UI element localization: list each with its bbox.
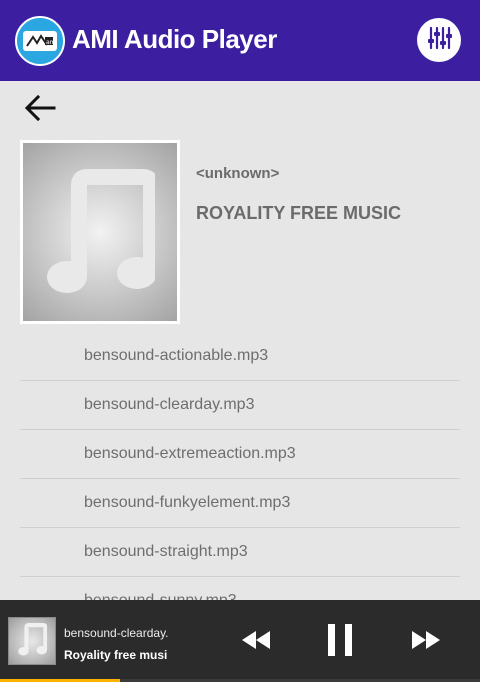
app-bar: ami AMI Audio Player: [0, 0, 480, 81]
svg-text:ami: ami: [46, 39, 55, 46]
track-item[interactable]: bensound-funkyelement.mp3: [20, 479, 460, 528]
fast-forward-icon: [410, 629, 442, 656]
pause-icon: [326, 623, 354, 662]
rewind-icon: [240, 629, 272, 656]
pause-button[interactable]: [320, 622, 360, 662]
track-item[interactable]: bensound-clearday.mp3: [20, 381, 460, 430]
track-item[interactable]: bensound-actionable.mp3: [20, 332, 460, 381]
track-name: bensound-extremeaction.mp3: [84, 445, 296, 462]
track-list: bensound-actionable.mp3 bensound-clearda…: [20, 332, 460, 600]
ami-logo-icon: ami: [15, 16, 65, 66]
track-name: bensound-clearday.mp3: [84, 396, 255, 413]
equalizer-button[interactable]: [417, 18, 461, 62]
album-art: [20, 140, 180, 324]
track-name: bensound-actionable.mp3: [84, 347, 269, 364]
album-title: ROYALITY FREE MUSIC: [196, 203, 402, 223]
track-name: bensound-straight.mp3: [84, 543, 248, 560]
back-button[interactable]: [22, 92, 58, 128]
track-name: bensound-sunny.mp3: [84, 592, 237, 600]
now-playing-album: Royality free musi: [64, 648, 168, 662]
mini-album-art[interactable]: [8, 617, 56, 665]
artist-name: <unknown>: [196, 165, 280, 182]
now-playing-track: bensound-clearday.: [64, 626, 169, 640]
music-note-icon: [17, 622, 48, 661]
rewind-button[interactable]: [236, 622, 276, 662]
app-title: AMI Audio Player: [72, 24, 277, 54]
track-item[interactable]: bensound-straight.mp3: [20, 528, 460, 577]
arrow-left-icon: [24, 94, 56, 127]
music-note-icon: [45, 165, 159, 300]
track-item[interactable]: bensound-extremeaction.mp3: [20, 430, 460, 479]
mini-player[interactable]: bensound-clearday. Royality free musi: [0, 600, 480, 682]
track-name: bensound-funkyelement.mp3: [84, 494, 291, 511]
fast-forward-button[interactable]: [404, 622, 448, 662]
equalizer-icon: [425, 24, 453, 57]
track-item[interactable]: bensound-sunny.mp3: [20, 577, 460, 600]
